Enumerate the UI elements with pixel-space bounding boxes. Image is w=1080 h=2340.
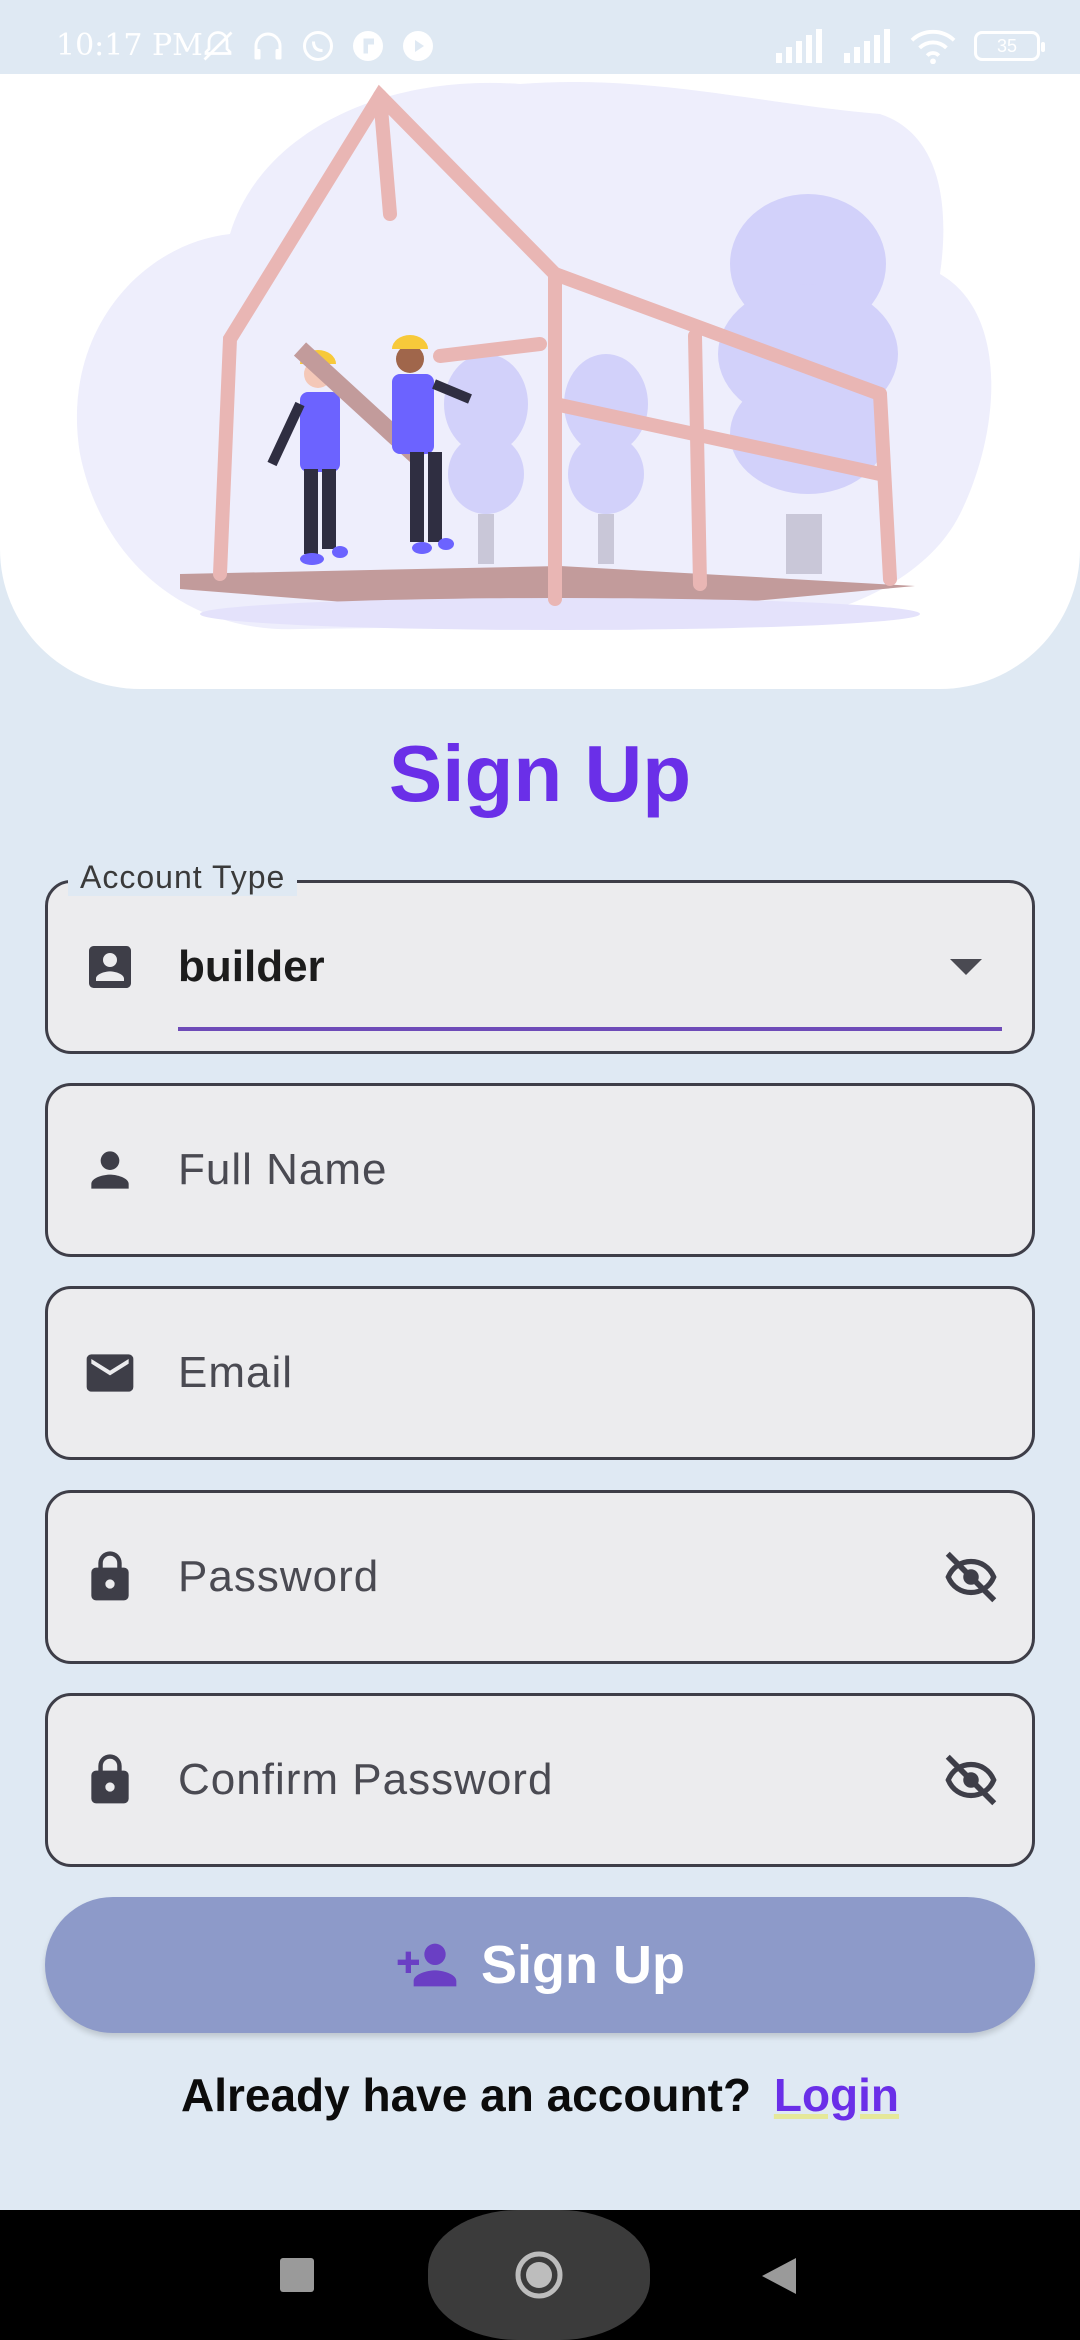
- headphones-icon: [254, 32, 282, 60]
- visibility-off-icon[interactable]: [940, 1546, 1002, 1608]
- lock-icon: [91, 1551, 129, 1601]
- chevron-down-icon[interactable]: [950, 959, 982, 975]
- account-type-label: Account Type: [68, 859, 298, 896]
- account-type-dropdown[interactable]: Account Type builder: [45, 859, 1035, 1054]
- status-icons-right: 35: [774, 26, 1045, 66]
- hero-illustration: [0, 74, 1080, 689]
- password-field[interactable]: Password: [45, 1490, 1035, 1664]
- lock-icon: [91, 1754, 129, 1804]
- dropdown-underline: [178, 1027, 1002, 1031]
- login-prompt-text: Already have an account?: [180, 2069, 752, 2121]
- login-prompt: Already have an account? Login: [0, 2068, 1080, 2122]
- email-placeholder: Email: [178, 1348, 294, 1397]
- back-icon[interactable]: [760, 2256, 798, 2296]
- mail-icon: [86, 1354, 134, 1392]
- full-name-field[interactable]: Full Name: [45, 1083, 1035, 1257]
- confirm-password-placeholder: Confirm Password: [178, 1755, 554, 1804]
- signal-icon: [776, 29, 822, 63]
- person-icon: [91, 1151, 129, 1189]
- wifi-icon: [910, 30, 956, 64]
- account-type-value: builder: [178, 942, 325, 991]
- mute-bell-icon: [203, 31, 233, 61]
- confirm-password-field[interactable]: Confirm Password: [45, 1693, 1035, 1867]
- status-bar: 10:17 PM 35: [0, 0, 1080, 74]
- login-link[interactable]: Login: [774, 2069, 899, 2121]
- visibility-off-icon[interactable]: [940, 1749, 1002, 1811]
- signup-button[interactable]: Sign Up: [45, 1897, 1035, 2033]
- home-pill[interactable]: [428, 2210, 650, 2340]
- person-add-icon: [397, 1943, 457, 1987]
- page-title: Sign Up: [388, 729, 692, 818]
- battery-icon: 35: [974, 31, 1045, 61]
- app-icon: [353, 31, 383, 61]
- system-nav-bar: [0, 2210, 1080, 2340]
- email-field[interactable]: Email: [45, 1286, 1035, 1460]
- play-icon: [403, 31, 433, 61]
- status-time: 10:17 PM: [56, 28, 203, 63]
- battery-level: 35: [996, 35, 1018, 56]
- full-name-placeholder: Full Name: [178, 1145, 388, 1194]
- account-box-icon: [89, 946, 131, 988]
- signal-icon: [844, 29, 890, 63]
- home-icon[interactable]: [514, 2250, 564, 2300]
- status-icons-left: [200, 26, 436, 66]
- recents-icon[interactable]: [280, 2258, 314, 2292]
- whatsapp-icon: [303, 31, 333, 61]
- signup-button-label: Sign Up: [481, 1935, 685, 1995]
- password-placeholder: Password: [178, 1552, 380, 1601]
- construction-illustration: [76, 81, 992, 630]
